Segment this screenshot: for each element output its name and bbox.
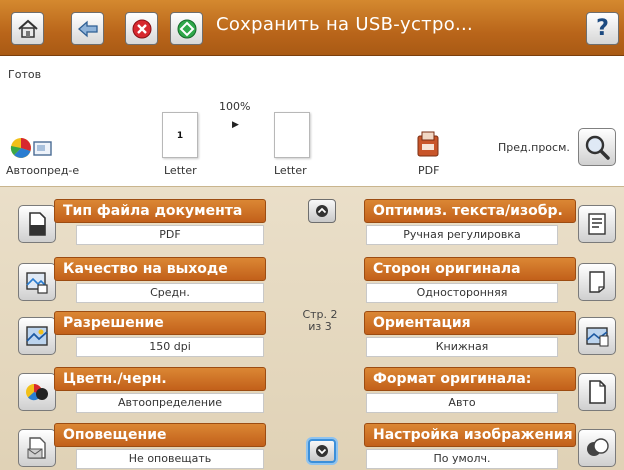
notification-icon [18,429,56,467]
setting-label: Цветн./черн. [54,367,266,391]
status-text: Готов [8,68,42,81]
pdf-file-icon [416,130,440,158]
chevron-down-icon [316,445,328,457]
setting-label: Качество на выходе [54,257,266,281]
color-icon [18,373,56,411]
magnifier-icon [585,135,610,160]
page-arrow-icon: ▶ [232,120,239,130]
page-indicator-total: из 3 [308,320,332,333]
stop-icon [132,19,151,38]
file-type-label: PDF [418,164,440,177]
setting-label: Разрешение [54,311,266,335]
settings-panel: Тип файла документа PDF Качество на выхо… [0,186,624,470]
help-button[interactable]: ? [586,12,619,45]
scroll-down-button[interactable] [308,439,336,463]
setting-orientation[interactable]: Ориентация Книжная [364,311,618,359]
resolution-icon [18,317,56,355]
start-button[interactable] [170,12,203,45]
page-number: 1 [176,131,184,141]
preview-label: Пред.просм. [498,141,570,154]
back-arrow-icon [77,20,98,37]
setting-label: Настройка изображения [364,423,576,447]
output-quality-icon [18,263,56,301]
zoom-level: 100% [219,100,251,113]
color-mode-label: Автоопред-е [6,164,80,177]
preview-button[interactable] [578,128,616,166]
setting-label: Тип файла документа [54,199,266,223]
setting-output-quality[interactable]: Качество на выходе Средн. [18,257,268,305]
page-size-label: Letter [274,164,307,177]
setting-notification[interactable]: Оповещение Не оповещать [18,423,268,470]
setting-file-type[interactable]: Тип файла документа PDF [18,199,268,247]
title-bar: Сохранить на USB-устро... ? [0,0,624,56]
page-title: Сохранить на USB-устро... [216,14,474,35]
setting-value: Односторонняя [366,283,558,303]
scroll-up-button[interactable] [308,199,336,223]
start-icon [177,19,196,38]
setting-value: Книжная [366,337,558,357]
setting-value: 150 dpi [76,337,264,357]
page-thumbnail-2[interactable] [274,112,310,158]
setting-value: Не оповещать [76,449,264,469]
setting-value: Авто [366,393,558,413]
setting-label: Оповещение [54,423,266,447]
original-size-icon [578,373,616,411]
text-image-icon [578,205,616,243]
page-thumbnail-1[interactable]: 1 [162,112,198,158]
page-indicator: Стр. 2 из 3 [296,309,344,333]
setting-original-size[interactable]: Формат оригинала: Авто [364,367,618,415]
setting-color-mode[interactable]: Цветн./черн. Автоопределение [18,367,268,415]
color-mode-icon [10,135,54,161]
setting-original-sides[interactable]: Сторон оригинала Односторонняя [364,257,618,305]
page-size-label: Letter [164,164,197,177]
setting-label: Формат оригинала: [364,367,576,391]
setting-label: Оптимиз. текста/изобр. [364,199,576,223]
stop-button[interactable] [125,12,158,45]
original-sides-icon [578,263,616,301]
setting-value: Ручная регулировка [366,225,558,245]
setting-value: По умолч. [366,449,558,469]
setting-value: Средн. [76,283,264,303]
chevron-up-icon [316,205,328,217]
setting-image-adjust[interactable]: Настройка изображения По умолч. [364,423,618,470]
setting-resolution[interactable]: Разрешение 150 dpi [18,311,268,359]
setting-text-image-optimize[interactable]: Оптимиз. текста/изобр. Ручная регулировк… [364,199,618,247]
setting-label: Сторон оригинала [364,257,576,281]
setting-label: Ориентация [364,311,576,335]
setting-value: Автоопределение [76,393,264,413]
document-icon [18,205,56,243]
setting-value: PDF [76,225,264,245]
home-button[interactable] [11,12,44,45]
back-button[interactable] [71,12,104,45]
home-icon [17,19,38,38]
orientation-icon [578,317,616,355]
image-adjust-icon [578,429,616,467]
